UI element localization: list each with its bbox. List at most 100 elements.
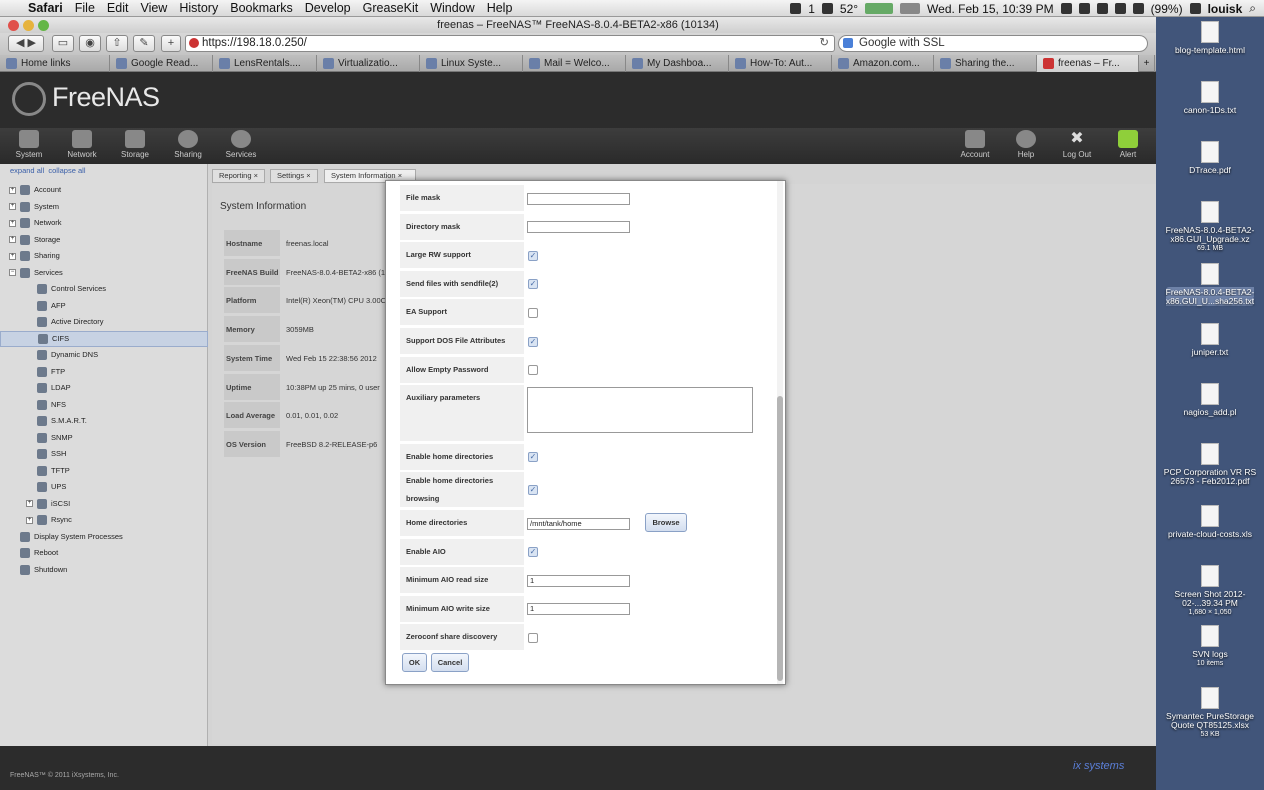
minimize-window-icon[interactable] bbox=[23, 20, 34, 31]
nav-network[interactable]: Network bbox=[59, 130, 105, 159]
tree-item[interactable]: + Account bbox=[0, 182, 208, 199]
menu-item-greasekit[interactable]: GreaseKit bbox=[357, 1, 425, 15]
tree-toggle-icon[interactable]: + bbox=[26, 516, 33, 524]
menu-item-view[interactable]: View bbox=[134, 1, 173, 15]
bookmarks-book-icon[interactable]: ▭ bbox=[52, 35, 74, 52]
tree-toggle-icon[interactable]: + bbox=[9, 219, 16, 227]
bookmark-item[interactable]: Google Read... bbox=[110, 55, 213, 72]
bookmark-item[interactable]: Amazon.com... bbox=[832, 55, 934, 72]
tree-toggle-icon[interactable]: + bbox=[9, 203, 16, 211]
bookmark-item[interactable]: Sharing the... bbox=[934, 55, 1037, 72]
checkbox[interactable]: ✓ bbox=[528, 452, 538, 463]
checkbox[interactable]: ✓ bbox=[528, 279, 538, 290]
address-bar[interactable]: https://198.18.0.250/ ↻ bbox=[185, 35, 835, 52]
notification-count[interactable]: 1 bbox=[808, 2, 815, 16]
back-forward-button[interactable]: ◀ ▶ bbox=[8, 35, 44, 52]
tree-toggle-icon[interactable]: − bbox=[9, 269, 16, 277]
tree-item[interactable]: SSH bbox=[0, 446, 208, 463]
checkbox[interactable] bbox=[528, 365, 538, 376]
text-input[interactable] bbox=[527, 221, 630, 234]
user-name[interactable]: louisk bbox=[1208, 2, 1243, 16]
desktop-file-icon[interactable]: canon-1Ds.txt bbox=[1156, 81, 1264, 115]
menu-item-help[interactable]: Help bbox=[481, 1, 519, 15]
sync-icon[interactable] bbox=[1078, 3, 1090, 14]
network-graph-icon[interactable] bbox=[900, 3, 921, 14]
desktop-file-icon[interactable]: juniper.txt bbox=[1156, 323, 1264, 357]
tree-item[interactable]: S.M.A.R.T. bbox=[0, 413, 208, 430]
close-tab-icon[interactable]: × bbox=[254, 171, 258, 180]
topsites-icon[interactable]: ◉ bbox=[79, 35, 101, 52]
checkbox[interactable] bbox=[528, 632, 538, 643]
dialog-scrollbar-thumb[interactable] bbox=[777, 396, 783, 681]
tree-item[interactable]: TFTP bbox=[0, 463, 208, 480]
tree-item[interactable]: FTP bbox=[0, 364, 208, 381]
textarea-input[interactable] bbox=[527, 387, 753, 434]
bookmark-item[interactable]: Mail = Welco... bbox=[523, 55, 626, 72]
tree-item[interactable]: + Rsync bbox=[0, 512, 208, 529]
checkbox[interactable]: ✓ bbox=[528, 336, 538, 347]
spotlight-icon[interactable]: ⌕ bbox=[1249, 1, 1256, 16]
desktop-file-icon[interactable]: blog-template.html bbox=[1156, 21, 1264, 55]
tab-freenas[interactable]: freenas – Fr... bbox=[1037, 55, 1139, 72]
checkbox[interactable]: ✓ bbox=[528, 547, 538, 558]
bookmark-item[interactable]: How-To: Aut... bbox=[729, 55, 832, 72]
expand-all-link[interactable]: expand all bbox=[10, 166, 44, 175]
menu-item-file[interactable]: File bbox=[69, 1, 101, 15]
bookmark-item[interactable]: My Dashboa... bbox=[626, 55, 729, 72]
tree-item[interactable]: LDAP bbox=[0, 380, 208, 397]
battery-icon[interactable] bbox=[1132, 3, 1144, 14]
weather-temp[interactable]: 52° bbox=[840, 2, 858, 16]
search-field[interactable]: Google with SSL bbox=[838, 35, 1148, 52]
cancel-button[interactable]: Cancel bbox=[431, 653, 469, 672]
zoom-window-icon[interactable] bbox=[38, 20, 49, 31]
tab-reporting[interactable]: Reporting × bbox=[212, 169, 266, 183]
checkbox[interactable]: ✓ bbox=[528, 485, 538, 496]
desktop-file-icon[interactable]: SVN logs 10 items bbox=[1156, 625, 1264, 668]
menu-item-window[interactable]: Window bbox=[424, 1, 480, 15]
desktop-file-icon[interactable]: Screen Shot 2012-02-...39.34 PM 1,680 × 1… bbox=[1156, 565, 1264, 617]
text-input[interactable]: /mnt/tank/home bbox=[527, 517, 630, 530]
bookmark-item[interactable]: Virtualizatio... bbox=[317, 55, 420, 72]
checkbox[interactable]: ✓ bbox=[528, 250, 538, 261]
tree-toggle-icon[interactable]: + bbox=[9, 186, 16, 194]
nav-account[interactable]: Account bbox=[952, 130, 998, 159]
tree-item[interactable]: CIFS bbox=[0, 330, 208, 347]
nav-system[interactable]: System bbox=[6, 130, 52, 159]
nav-alert[interactable]: Alert bbox=[1105, 130, 1151, 159]
nav-help[interactable]: Help bbox=[1003, 130, 1049, 159]
time-machine-icon[interactable] bbox=[1096, 3, 1108, 14]
bookmark-item[interactable]: Linux Syste... bbox=[420, 55, 523, 72]
tree-item[interactable]: Active Directory bbox=[0, 314, 208, 331]
collapse-all-link[interactable]: collapse all bbox=[48, 166, 85, 175]
desktop-file-icon[interactable]: Symantec PureStorage Quote QT85125.xlsx 5… bbox=[1156, 687, 1264, 739]
extension-icon[interactable]: ✎ bbox=[133, 35, 155, 52]
tree-item[interactable]: − Services bbox=[0, 265, 208, 282]
tree-toggle-icon[interactable]: + bbox=[9, 236, 16, 244]
close-window-icon[interactable] bbox=[8, 20, 19, 31]
tree-item[interactable]: AFP bbox=[0, 298, 208, 315]
desktop-file-icon[interactable]: nagios_add.pl bbox=[1156, 383, 1264, 417]
tree-item[interactable]: SNMP bbox=[0, 430, 208, 447]
close-tab-icon[interactable]: × bbox=[398, 171, 402, 180]
bluetooth-icon[interactable] bbox=[1060, 3, 1072, 14]
checkbox[interactable] bbox=[528, 307, 538, 318]
text-input[interactable]: 1 bbox=[527, 574, 630, 587]
desktop-file-icon[interactable]: private-cloud-costs.xls bbox=[1156, 505, 1264, 539]
text-input[interactable] bbox=[527, 192, 630, 205]
share-icon[interactable]: ⇧ bbox=[106, 35, 128, 52]
new-tab-button[interactable]: + bbox=[1139, 55, 1155, 72]
nav-sharing[interactable]: Sharing bbox=[165, 130, 211, 159]
tree-item[interactable]: Dynamic DNS bbox=[0, 347, 208, 364]
nav-storage[interactable]: Storage bbox=[112, 130, 158, 159]
tree-item[interactable]: Control Services bbox=[0, 281, 208, 298]
nav-logout[interactable]: ✖ Log Out bbox=[1054, 130, 1100, 159]
tree-item[interactable]: UPS bbox=[0, 479, 208, 496]
bookmark-item[interactable]: LensRentals.... bbox=[213, 55, 317, 72]
menu-item-safari[interactable]: Safari bbox=[22, 1, 69, 15]
menu-item-bookmarks[interactable]: Bookmarks bbox=[224, 1, 299, 15]
ok-button[interactable]: OK bbox=[402, 653, 427, 672]
bookmark-item[interactable]: Home links bbox=[0, 55, 110, 72]
tree-item[interactable]: + Sharing bbox=[0, 248, 208, 265]
tab-settings[interactable]: Settings × bbox=[270, 169, 318, 183]
reload-icon[interactable]: ↻ bbox=[819, 36, 829, 51]
